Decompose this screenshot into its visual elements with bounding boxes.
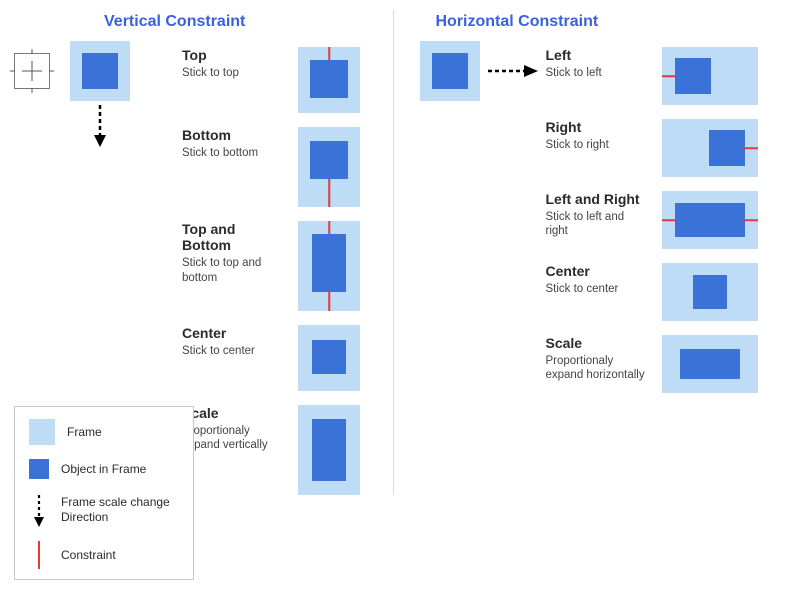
- horizontal-heading: Horizontal Constraint: [436, 13, 787, 31]
- frame-swatch: [29, 419, 55, 445]
- object-in-frame: [432, 53, 468, 89]
- row-title: Left and Right: [546, 191, 646, 207]
- demo-scale-h: [662, 335, 758, 393]
- legend-label: Object in Frame: [61, 462, 146, 477]
- object-in-frame: [82, 53, 118, 89]
- demo-bottom: [298, 127, 360, 207]
- row-title: Center: [546, 263, 646, 279]
- row-scale-v: Scale Proportionaly expand vertically: [182, 405, 385, 495]
- object-swatch: [29, 459, 49, 479]
- vertical-heading: Vertical Constraint: [104, 13, 385, 31]
- row-desc: Stick to center: [546, 282, 646, 296]
- legend-frame: Frame: [29, 419, 179, 445]
- row-center-h: Center Stick to center: [546, 263, 787, 321]
- arrow-swatch: [29, 493, 49, 527]
- row-title: Scale: [546, 335, 646, 351]
- legend-label: Constraint: [61, 548, 116, 563]
- center-constraint-icon: [14, 53, 50, 89]
- row-title: Right: [546, 119, 646, 135]
- vertical-source-frame: [70, 41, 130, 101]
- scale-down-arrow-icon: [92, 103, 108, 147]
- row-title: Bottom: [182, 127, 282, 143]
- row-scale-h: Scale Proportionaly expand horizontally: [546, 335, 787, 393]
- row-desc: Proportionaly expand horizontally: [546, 354, 646, 383]
- legend-direction: Frame scale change Direction: [29, 493, 179, 527]
- row-desc: Stick to left and right: [546, 210, 646, 239]
- row-title: Top and Bottom: [182, 221, 282, 253]
- legend-object: Object in Frame: [29, 459, 179, 479]
- scale-right-arrow-icon: [486, 63, 538, 79]
- row-center-v: Center Stick to center: [182, 325, 385, 391]
- row-bottom: Bottom Stick to bottom: [182, 127, 385, 207]
- legend-constraint: Constraint: [29, 541, 179, 569]
- row-left-and-right: Left and Right Stick to left and right: [546, 191, 787, 249]
- demo-center-h: [662, 263, 758, 321]
- horizontal-source-frame: [420, 41, 480, 101]
- row-desc: Stick to right: [546, 138, 646, 152]
- row-desc: Stick to bottom: [182, 146, 282, 160]
- row-title: Scale: [182, 405, 282, 421]
- demo-top: [298, 47, 360, 113]
- demo-scale-v: [298, 405, 360, 495]
- legend: Frame Object in Frame Frame scale change…: [14, 406, 194, 580]
- constraint-swatch: [29, 541, 49, 569]
- row-top-and-bottom: Top and Bottom Stick to top and bottom: [182, 221, 385, 311]
- legend-label: Frame scale change Direction: [61, 495, 179, 525]
- row-desc: Stick to top and bottom: [182, 256, 282, 285]
- legend-label: Frame: [67, 425, 102, 440]
- demo-left-and-right: [662, 191, 758, 249]
- demo-top-and-bottom: [298, 221, 360, 311]
- row-desc: Proportionaly expand vertically: [182, 424, 282, 453]
- horizontal-column: Horizontal Constraint Left Stick to left: [393, 10, 787, 495]
- row-title: Center: [182, 325, 282, 341]
- row-right: Right Stick to right: [546, 119, 787, 177]
- demo-center-v: [298, 325, 360, 391]
- demo-left: [662, 47, 758, 105]
- row-desc: Stick to center: [182, 344, 282, 358]
- demo-right: [662, 119, 758, 177]
